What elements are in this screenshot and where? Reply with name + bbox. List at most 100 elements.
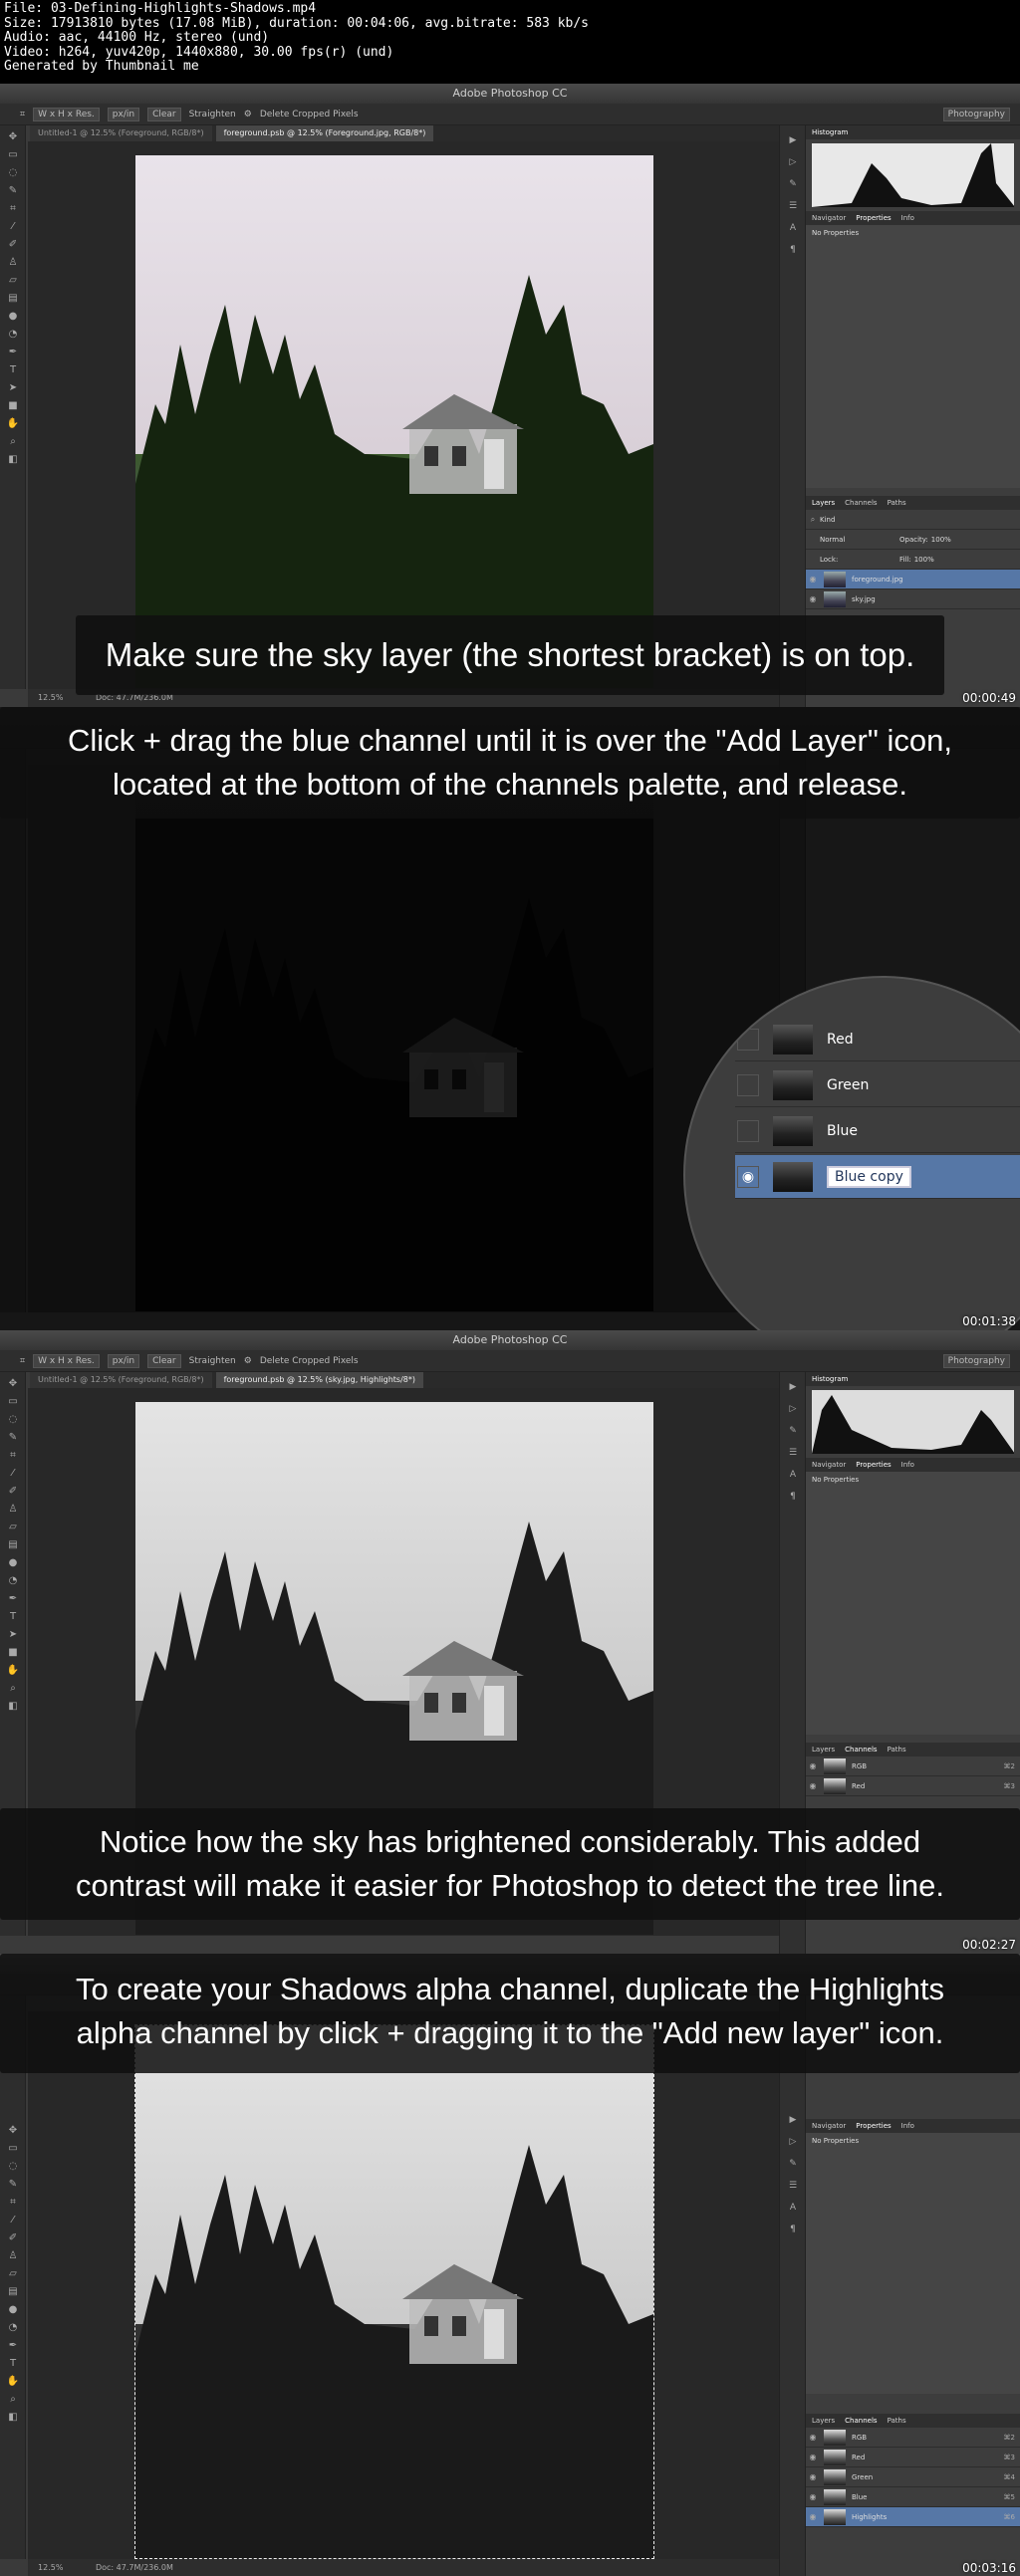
gradient-icon[interactable]: ▤: [6, 1539, 20, 1551]
path-select-icon[interactable]: ➤: [6, 382, 20, 394]
ratio-select[interactable]: W x H x Res.: [33, 107, 100, 121]
adjust-icon[interactable]: ☰: [786, 201, 800, 213]
paragraph-icon[interactable]: ¶: [786, 2225, 800, 2236]
shape-icon[interactable]: ■: [6, 400, 20, 412]
eye-icon[interactable]: ◉: [806, 2492, 820, 2501]
dodge-icon[interactable]: ◔: [6, 329, 20, 341]
workspace-switcher[interactable]: Photography: [942, 107, 1010, 121]
crop-tool-icon[interactable]: ⌗: [20, 1356, 25, 1366]
brush-icon[interactable]: ✐: [6, 2232, 20, 2244]
lasso-tool-icon[interactable]: ◌: [6, 1414, 20, 1426]
eraser-icon[interactable]: ▱: [6, 2268, 20, 2280]
eraser-icon[interactable]: ▱: [6, 1522, 20, 1533]
channel-row[interactable]: Green: [735, 1063, 1020, 1107]
color-swatches-icon[interactable]: ◧: [6, 2412, 20, 2424]
channel-row[interactable]: ◉ Green ⌘4: [806, 2467, 1020, 2487]
eye-icon[interactable]: ◉: [806, 1781, 820, 1790]
type-icon[interactable]: T: [6, 2358, 20, 2370]
visibility-box[interactable]: [737, 1028, 759, 1051]
actions-icon[interactable]: ▷: [786, 2137, 800, 2149]
character-icon[interactable]: A: [786, 2203, 800, 2215]
straighten-button[interactable]: Straighten: [189, 110, 236, 119]
eyedropper-icon[interactable]: ⁄: [6, 1468, 20, 1480]
dodge-icon[interactable]: ◔: [6, 2322, 20, 2334]
gradient-icon[interactable]: ▤: [6, 2286, 20, 2298]
clear-button[interactable]: Clear: [147, 107, 181, 121]
color-swatches-icon[interactable]: ◧: [6, 454, 20, 466]
eraser-icon[interactable]: ▱: [6, 275, 20, 287]
lasso-tool-icon[interactable]: ◌: [6, 167, 20, 179]
gradient-icon[interactable]: ▤: [6, 293, 20, 305]
pen-icon[interactable]: ✒: [6, 1593, 20, 1605]
paragraph-icon[interactable]: ¶: [786, 245, 800, 257]
tab-untitled[interactable]: Untitled-1 @ 12.5% (Foreground, RGB/8*): [30, 125, 212, 141]
tab-properties[interactable]: Properties: [856, 211, 891, 225]
hand-icon[interactable]: ✋: [6, 1665, 20, 1677]
delete-cropped-checkbox[interactable]: Delete Cropped Pixels: [260, 110, 359, 119]
crop-tool-icon[interactable]: ⌗: [20, 110, 25, 119]
color-swatches-icon[interactable]: ◧: [6, 1701, 20, 1713]
channel-row[interactable]: ◉ RGB ⌘2: [806, 1756, 1020, 1776]
history-icon[interactable]: ▶: [786, 2115, 800, 2127]
quick-select-icon[interactable]: ✎: [6, 185, 20, 197]
channel-row-selected[interactable]: ◉ Highlights ⌘6: [806, 2507, 1020, 2527]
gear-icon[interactable]: ⚙: [244, 1356, 252, 1366]
eye-icon[interactable]: ◉: [806, 575, 820, 584]
zoom-level[interactable]: 12.5%: [38, 2563, 63, 2572]
unit-field[interactable]: px/in: [107, 107, 140, 121]
eye-icon[interactable]: ◉: [806, 2472, 820, 2481]
unit-field[interactable]: px/in: [107, 1353, 140, 1368]
ratio-select[interactable]: W x H x Res.: [33, 1353, 100, 1368]
tab-properties[interactable]: Properties: [856, 1458, 891, 1472]
paragraph-icon[interactable]: ¶: [786, 1492, 800, 1504]
adjust-icon[interactable]: ☰: [786, 2181, 800, 2193]
hand-icon[interactable]: ✋: [6, 2376, 20, 2388]
eye-icon[interactable]: ◉: [806, 1761, 820, 1770]
tab-channels[interactable]: Channels: [845, 496, 877, 510]
tab-info[interactable]: Info: [901, 211, 914, 225]
channel-row-selected[interactable]: ◉ Blue copy: [735, 1155, 1020, 1199]
crop-icon[interactable]: ⌗: [6, 2197, 20, 2209]
channel-row[interactable]: Red: [735, 1018, 1020, 1061]
stamp-icon[interactable]: ♙: [6, 1504, 20, 1516]
pen-icon[interactable]: ✒: [6, 2340, 20, 2352]
histogram-tab[interactable]: Histogram: [812, 1372, 848, 1386]
history-icon[interactable]: ▶: [786, 1382, 800, 1394]
tab-channels[interactable]: Channels: [845, 1743, 877, 1756]
pen-icon[interactable]: ✒: [6, 347, 20, 358]
brush-panel-icon[interactable]: ✎: [786, 1426, 800, 1438]
brush-panel-icon[interactable]: ✎: [786, 2159, 800, 2171]
tab-foreground[interactable]: foreground.psb @ 12.5% (sky.jpg, Highlig…: [215, 1372, 423, 1388]
tab-paths[interactable]: Paths: [888, 1743, 906, 1756]
eye-icon[interactable]: ◉: [737, 1165, 759, 1188]
tab-layers[interactable]: Layers: [812, 496, 835, 510]
histogram-tab[interactable]: Histogram: [812, 125, 848, 139]
tab-foreground[interactable]: foreground.psb @ 12.5% (Foreground.jpg, …: [215, 125, 434, 141]
fill-field[interactable]: 100%: [914, 556, 934, 564]
zoom-level[interactable]: 12.5%: [38, 693, 63, 702]
tab-properties[interactable]: Properties: [856, 2119, 891, 2133]
zoom-icon[interactable]: ⌕: [6, 2394, 20, 2406]
channel-row[interactable]: ◉ Blue ⌘5: [806, 2487, 1020, 2507]
tab-info[interactable]: Info: [901, 2119, 914, 2133]
stamp-icon[interactable]: ♙: [6, 2250, 20, 2262]
marquee-tool-icon[interactable]: ▭: [6, 2143, 20, 2155]
crop-icon[interactable]: ⌗: [6, 203, 20, 215]
actions-icon[interactable]: ▷: [786, 157, 800, 169]
straighten-button[interactable]: Straighten: [189, 1356, 236, 1366]
gear-icon[interactable]: ⚙: [244, 110, 252, 119]
brush-icon[interactable]: ✐: [6, 239, 20, 251]
blur-icon[interactable]: ●: [6, 2304, 20, 2316]
eye-icon[interactable]: ◉: [806, 2433, 820, 2442]
workspace-switcher[interactable]: Photography: [942, 1353, 1010, 1368]
move-tool-icon[interactable]: ✥: [6, 131, 20, 143]
blur-icon[interactable]: ●: [6, 1557, 20, 1569]
path-select-icon[interactable]: ➤: [6, 1629, 20, 1641]
tab-channels[interactable]: Channels: [845, 2414, 877, 2428]
lasso-tool-icon[interactable]: ◌: [6, 2161, 20, 2173]
type-icon[interactable]: T: [6, 364, 20, 376]
history-icon[interactable]: ▶: [786, 135, 800, 147]
dodge-icon[interactable]: ◔: [6, 1575, 20, 1587]
tab-layers[interactable]: Layers: [812, 2414, 835, 2428]
shape-icon[interactable]: ■: [6, 1647, 20, 1659]
